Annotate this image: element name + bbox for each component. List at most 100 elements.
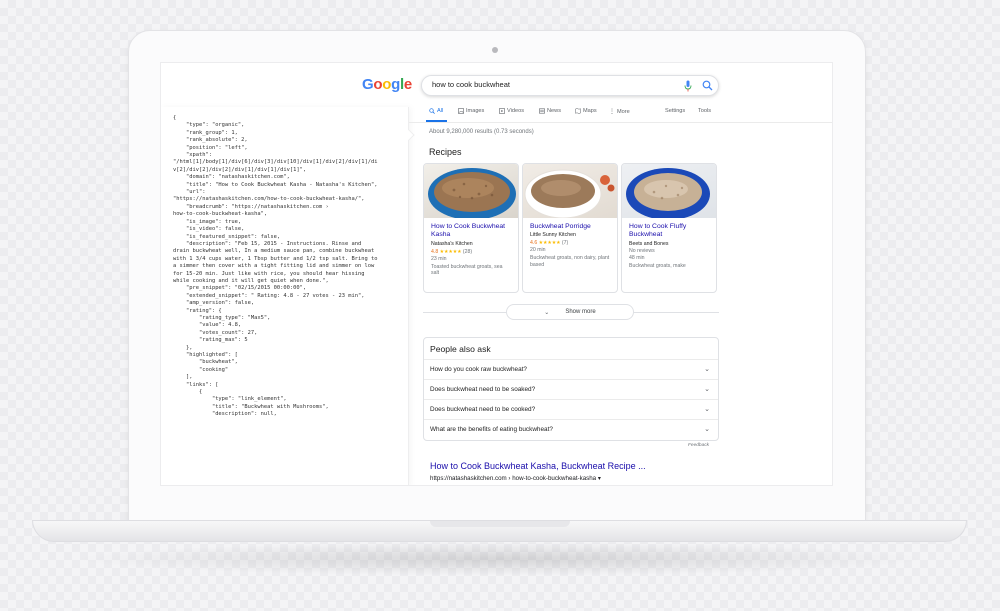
json-code-line: how-to-cook-buckwheat-kasha", <box>173 211 268 218</box>
recipe-ingredients: Toasted buckwheat groats, sea salt <box>431 263 503 277</box>
question-item[interactable]: What are the benefits of eating buckwhea… <box>424 419 718 439</box>
json-code-line: a simmer then cover with a tight fitting… <box>173 263 375 270</box>
recipe-source: Natasha's Kitchen <box>431 240 473 247</box>
recipe-image <box>424 164 518 218</box>
tab-more[interactable]: ⋮ More <box>609 108 630 116</box>
json-code-line: "url": <box>173 189 206 196</box>
json-code-line: for 15-20 min. Just like with rice, you … <box>173 270 365 277</box>
json-code-line: }, <box>173 344 193 351</box>
json-code-line: "cooking" <box>173 366 229 373</box>
json-code-line: "pre_snippet": "02/15/2015 00:00:00", <box>173 285 307 292</box>
recipe-time: 23 min <box>431 255 447 262</box>
recipe-title[interactable]: How to Cook Buckwheat Kasha <box>431 223 511 240</box>
tab-all[interactable]: All <box>429 108 443 114</box>
fluffy-buckwheat-image <box>626 168 710 218</box>
logo-letter: o <box>382 76 392 93</box>
show-more-label: Show more <box>565 309 596 315</box>
json-code-line: "type": "organic", <box>173 122 245 129</box>
recipes-heading: Recipes <box>429 147 462 157</box>
recipe-title[interactable]: Buckwheat Porridge <box>530 223 610 231</box>
recipe-source: Little Sunny Kitchen <box>530 232 576 239</box>
question-text: What are the benefits of eating buckwhea… <box>430 426 553 433</box>
json-code-line: "is_image": true, <box>173 218 242 225</box>
chevron-down-icon: ⌄ <box>704 386 710 393</box>
tab-images[interactable]: Images <box>458 108 484 114</box>
tab-maps[interactable]: Maps <box>575 108 597 114</box>
laptop-shadow <box>70 542 930 576</box>
recipe-ingredients: Buckwheat groats, non dairy, plant based <box>530 255 610 268</box>
search-input[interactable] <box>432 80 662 89</box>
recipe-card[interactable]: Buckwheat Porridge Little Sunny Kitchen … <box>522 163 618 293</box>
buckwheat-porridge-image <box>524 169 615 218</box>
question-item[interactable]: How do you cook raw buckwheat? ⌄ <box>424 359 718 379</box>
json-code-line: "type": "link_element", <box>173 396 287 403</box>
question-text: Does buckwheat need to be soaked? <box>430 386 536 393</box>
json-code-line: "title": "Buckwheat with Mushrooms", <box>173 403 329 410</box>
settings-link[interactable]: Settings <box>665 108 685 114</box>
json-code-line: "links": [ <box>173 381 219 388</box>
recipe-image <box>523 164 617 218</box>
result-stats: About 9,280,000 results (0.73 seconds) <box>429 129 534 135</box>
chevron-down-icon: ⌄ <box>704 366 710 373</box>
recipe-rating: No reviews <box>629 247 655 254</box>
question-item[interactable]: Does buckwheat need to be soaked? ⌄ <box>424 379 718 399</box>
recipe-source: Beets and Bones <box>629 240 669 247</box>
recipe-card[interactable]: How to Cook Buckwheat Kasha Natasha's Ki… <box>423 163 519 293</box>
recipe-rating: 4.6 ★★★★★ (7) <box>530 240 610 246</box>
people-also-ask: People also ask How do you cook raw buck… <box>423 337 719 441</box>
result-url[interactable]: https://natashaskitchen.com › how-to-coo… <box>430 475 601 482</box>
json-code-line: "domain": "natashaskitchen.com", <box>173 174 290 181</box>
microphone-icon[interactable] <box>684 80 692 92</box>
result-title-link[interactable]: How to Cook Buckwheat Kasha, Buckwheat R… <box>430 461 646 471</box>
logo-letter: o <box>373 76 383 93</box>
json-code-line: "buckwheat", <box>173 359 238 366</box>
json-code-line: "votes_count": 27, <box>173 329 258 336</box>
json-code-line: "rank_group": 1, <box>173 129 238 136</box>
image-icon <box>458 108 464 114</box>
logo-letter: e <box>403 76 412 93</box>
logo-letter: g <box>391 76 400 93</box>
tab-videos[interactable]: Videos <box>499 108 524 114</box>
laptop-screen: { "type": "organic", "rank_group": 1, "r… <box>160 62 833 486</box>
google-logo[interactable]: Google <box>362 76 412 93</box>
json-code-line: "value": 4.8, <box>173 322 242 329</box>
map-icon <box>575 108 581 114</box>
json-fade <box>161 417 408 485</box>
json-code-line: { <box>173 389 203 396</box>
tab-news[interactable]: News <box>539 108 561 114</box>
show-more-button[interactable]: ⌄ Show more <box>506 304 634 320</box>
tools-link[interactable]: Tools <box>698 108 711 114</box>
json-code-line: v[2]/div[2]/div[2]/div[1]/div[1]/div[1]"… <box>173 166 307 173</box>
news-icon <box>539 108 545 114</box>
json-code-line: while cooking and it will get quiet when… <box>173 277 329 284</box>
json-code: { "type": "organic", "rank_group": 1, "r… <box>173 115 402 419</box>
tools-label: Tools <box>698 108 712 114</box>
feedback-link[interactable]: Feedback <box>688 443 709 448</box>
chevron-down-icon: ⌄ <box>704 406 710 413</box>
recipe-card[interactable]: How to Cook Fluffy Buckwheat Beets and B… <box>621 163 717 293</box>
json-code-line: "xpath": <box>173 152 212 159</box>
buckwheat-bowl-image <box>428 168 516 218</box>
json-code-line: "rating_max": 5 <box>173 337 248 344</box>
json-code-line: { <box>173 115 177 121</box>
tab-more-label: More <box>617 108 630 115</box>
tabs-divider <box>409 122 832 123</box>
recipe-title[interactable]: How to Cook Fluffy Buckwheat <box>629 223 709 240</box>
json-code-line: drain buckwheat well, In a medium sauce … <box>173 248 375 255</box>
search-box[interactable] <box>421 75 719 96</box>
question-text: How do you cook raw buckwheat? <box>430 366 527 373</box>
recipe-time: 48 min <box>629 254 645 261</box>
star-rating-icon: ★★★★★ <box>439 248 462 255</box>
search-icon <box>429 108 435 114</box>
json-code-line: "rank_absolute": 2, <box>173 137 248 144</box>
json-code-line: "is_video": false, <box>173 226 245 233</box>
people-also-ask-heading: People also ask <box>430 344 491 354</box>
tab-images-label: Images <box>466 108 485 114</box>
question-item[interactable]: Does buckwheat need to be cooked? ⌄ <box>424 399 718 419</box>
search-icon[interactable] <box>702 80 713 91</box>
rating-value: 4.8 <box>431 248 439 255</box>
recipe-rating: 4.8 ★★★★★ (28) <box>431 249 511 255</box>
chevron-down-icon: ⌄ <box>544 309 550 316</box>
recipe-ingredients: Buckwheat groats, make <box>629 262 686 269</box>
recipe-time: 20 min <box>530 247 546 254</box>
